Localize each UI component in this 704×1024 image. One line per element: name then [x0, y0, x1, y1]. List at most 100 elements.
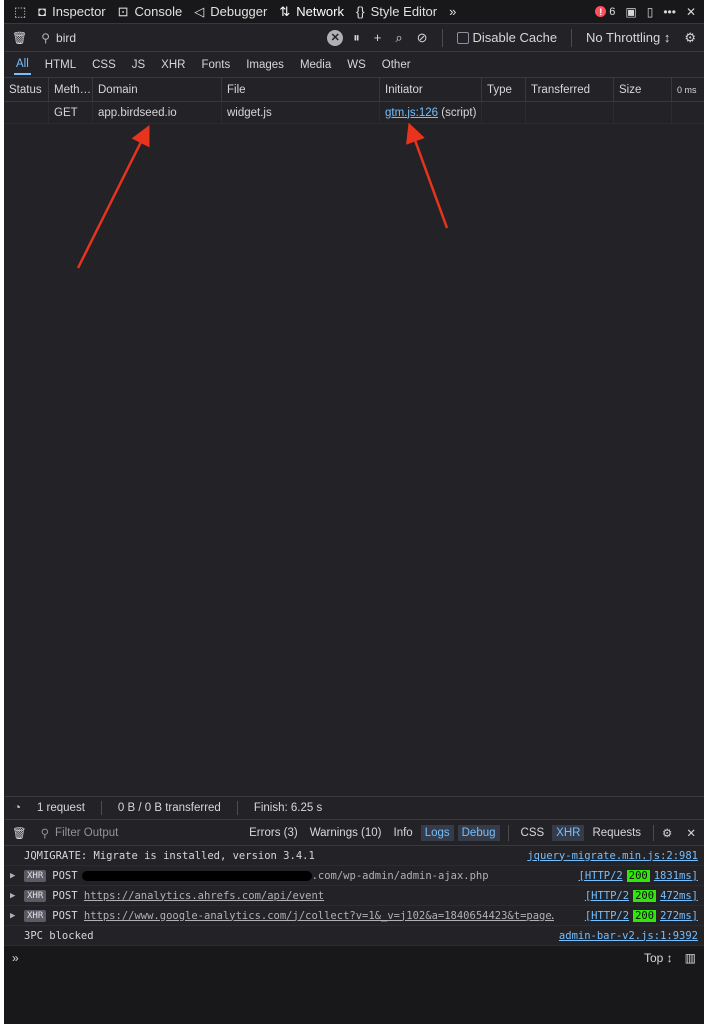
message-text: JQMIGRATE: Migrate is installed, version…	[24, 849, 315, 862]
add-icon[interactable]: +	[374, 30, 382, 45]
pause-icon[interactable]: ⏸	[353, 30, 360, 46]
tab-network[interactable]: ⇅ Network	[273, 0, 350, 24]
column-transferred[interactable]: Transferred	[526, 77, 614, 102]
console-filter-input[interactable]: ⚲ Filter Output	[41, 826, 241, 840]
tab-inspector[interactable]: ◘ Inspector	[32, 0, 111, 24]
column-file[interactable]: File	[222, 77, 380, 102]
request-url[interactable]: https://www.google-analytics.com/j/colle…	[84, 910, 554, 922]
tab-style-editor[interactable]: {} Style Editor	[350, 0, 443, 24]
request-result[interactable]: [HTTP/2 200 272ms]	[585, 909, 698, 922]
console-filter-css[interactable]: CSS	[517, 825, 549, 841]
cell-waterfall	[672, 102, 704, 124]
tab-console[interactable]: ⊡ Console	[112, 0, 189, 24]
annotation-arrows	[76, 122, 449, 269]
console-filter-requests[interactable]: Requests	[588, 825, 645, 841]
split-console-icon[interactable]: ▣	[625, 5, 636, 19]
type-filter-ws[interactable]: WS	[345, 56, 368, 74]
column-domain[interactable]: Domain	[93, 77, 222, 102]
more-tabs-button[interactable]: »	[443, 0, 462, 24]
console-filter-logs[interactable]: Logs	[420, 824, 454, 841]
expand-triangle-icon[interactable]: ▶	[10, 911, 24, 921]
console-toolbar: 🗑 ⚲ Filter Output Errors (3) Warnings (1…	[4, 820, 704, 846]
console-input[interactable]: » Top ↕ ▥	[4, 946, 704, 970]
dock-icon[interactable]: ▯	[647, 5, 654, 19]
type-filter-html[interactable]: HTML	[43, 56, 78, 74]
style-editor-icon: {}	[355, 4, 365, 19]
console-filter-debug[interactable]: Debug	[457, 824, 500, 841]
cell-file: widget.js	[222, 101, 380, 124]
message-source-link[interactable]: admin-bar-v2.js:1:9392	[559, 930, 698, 942]
cell-initiator: gtm.js:126 (script)	[380, 101, 482, 124]
message-text: 3PC blocked	[24, 929, 94, 942]
close-icon[interactable]: ✕	[686, 826, 696, 840]
initiator-note: (script)	[441, 106, 477, 119]
message-source-link[interactable]: jquery-migrate.min.js:2:981	[527, 850, 698, 862]
disable-cache-checkbox[interactable]: Disable Cache	[456, 30, 557, 45]
console-filter-xhr[interactable]: XHR	[552, 824, 585, 841]
console-message[interactable]: ▶ XHR POST https://analytics.ahrefs.com/…	[4, 886, 704, 906]
filter-icon: ⚲	[40, 827, 50, 840]
console-filter-info[interactable]: Info	[390, 825, 417, 841]
error-count-badge[interactable]: ! 6	[595, 6, 615, 18]
column-waterfall[interactable]: 0 ms	[672, 78, 704, 102]
search-icon[interactable]: ⌕	[395, 30, 402, 46]
request-result[interactable]: [HTTP/2 200 1831ms]	[578, 869, 698, 882]
column-type[interactable]: Type	[482, 77, 526, 102]
column-status[interactable]: Status	[4, 77, 49, 102]
settings-gear-icon[interactable]: ⚙	[684, 30, 696, 46]
close-icon[interactable]: ✕	[686, 5, 696, 19]
console-message[interactable]: ▶ XHR POST https://www.google-analytics.…	[4, 906, 704, 926]
cell-size	[614, 101, 672, 124]
type-filter-js[interactable]: JS	[130, 56, 147, 74]
console-message[interactable]: ▶ XHR POST .com/wp-admin/admin-ajax.php …	[4, 866, 704, 886]
more-options-icon[interactable]: •••	[663, 5, 676, 19]
sidebar-toggle-icon[interactable]: ▥	[685, 951, 696, 965]
type-filter-xhr[interactable]: XHR	[159, 56, 187, 74]
console-input-area[interactable]	[4, 970, 704, 1024]
throttling-select[interactable]: No Throttling ↕	[586, 30, 670, 45]
redaction-mark	[81, 870, 312, 881]
trash-icon[interactable]: 🗑	[12, 31, 27, 45]
context-selector[interactable]: Top ↕	[644, 951, 673, 965]
type-filter-fonts[interactable]: Fonts	[199, 56, 232, 74]
http-version: [HTTP/2	[578, 869, 623, 882]
expand-triangle-icon[interactable]: ▶	[10, 871, 24, 881]
xhr-badge: XHR	[24, 889, 47, 902]
console-filter-warnings[interactable]: Warnings (10)	[306, 825, 386, 841]
request-table-header: Status Meth… Domain File Initiator Type …	[4, 77, 704, 102]
picker-icon: ⬚	[14, 3, 27, 19]
column-size[interactable]: Size	[614, 77, 672, 102]
column-initiator[interactable]: Initiator	[380, 77, 482, 102]
request-url[interactable]: https://analytics.ahrefs.com/api/event	[84, 890, 324, 902]
initiator-link[interactable]: gtm.js:126	[385, 107, 438, 119]
request-count: 1 request	[36, 802, 85, 814]
clear-filter-button[interactable]: ✕	[327, 29, 344, 46]
block-icon[interactable]: ⊘	[417, 30, 428, 46]
column-method[interactable]: Meth…	[49, 77, 93, 102]
console-message[interactable]: JQMIGRATE: Migrate is installed, version…	[4, 846, 704, 866]
request-url[interactable]: .com/wp-admin/admin-ajax.php	[312, 870, 489, 882]
type-filter-other[interactable]: Other	[380, 56, 413, 74]
type-filter-media[interactable]: Media	[298, 56, 333, 74]
console-trash-icon[interactable]: 🗑	[12, 826, 27, 840]
cell-domain: app.birdseed.io	[93, 101, 222, 124]
divider	[100, 801, 102, 815]
table-row[interactable]: GET app.birdseed.io widget.js gtm.js:126…	[4, 101, 704, 124]
console-message[interactable]: 3PC blocked admin-bar-v2.js:1:9392	[4, 926, 704, 946]
filter-urls-input[interactable]: ⚲ bird	[41, 27, 327, 49]
type-filter-all[interactable]: All	[14, 55, 31, 75]
finish-time: Finish: 6.25 s	[253, 802, 323, 814]
error-icon: !	[595, 6, 607, 17]
console-settings-gear-icon[interactable]: ⚙	[662, 826, 672, 840]
request-time: 472ms]	[660, 889, 698, 902]
request-result[interactable]: [HTTP/2 200 472ms]	[585, 889, 698, 902]
status-code: 200	[633, 909, 657, 922]
cell-status	[4, 101, 49, 124]
type-filter-images[interactable]: Images	[244, 56, 286, 74]
console-filter-errors[interactable]: Errors (3)	[245, 825, 302, 841]
element-picker-button[interactable]: ⬚	[8, 0, 32, 24]
type-filter-css[interactable]: CSS	[90, 56, 118, 74]
tab-debugger[interactable]: ◁ Debugger	[188, 0, 273, 24]
request-time: 1831ms]	[653, 869, 698, 882]
expand-triangle-icon[interactable]: ▶	[10, 891, 24, 901]
